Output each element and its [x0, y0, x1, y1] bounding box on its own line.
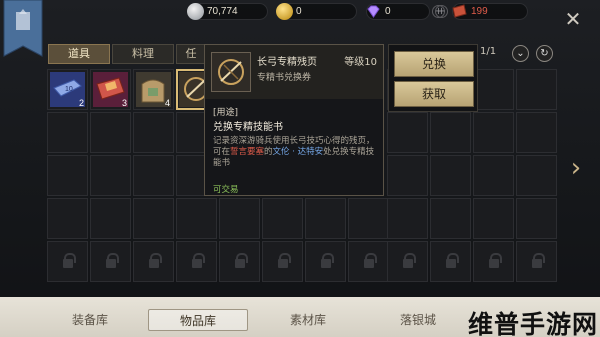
silver-currency: 70,774: [187, 3, 268, 20]
inventory-slot[interactable]: [516, 155, 557, 196]
gold-currency: 0: [276, 3, 357, 20]
locked-slot[interactable]: [47, 241, 88, 282]
inventory-slot[interactable]: [176, 198, 217, 239]
inventory-slot[interactable]: [387, 155, 428, 196]
inventory-slot[interactable]: [133, 155, 174, 196]
nav-material-storage[interactable]: 素材库: [258, 309, 358, 331]
exchange-button[interactable]: 兑换: [394, 51, 474, 77]
usage-name: 兑换专精技能书: [213, 122, 283, 133]
inventory-slot[interactable]: [90, 155, 131, 196]
inventory-slot[interactable]: [47, 198, 88, 239]
item-level: 等级10: [344, 57, 377, 68]
chevron-right-icon[interactable]: ›: [567, 153, 585, 183]
inventory-slot[interactable]: [473, 155, 514, 196]
inventory-slot[interactable]: [430, 155, 471, 196]
obtain-button[interactable]: 获取: [394, 81, 474, 107]
locked-slot[interactable]: [90, 241, 131, 282]
inventory-slot[interactable]: [305, 198, 346, 239]
inventory-slot[interactable]: [90, 198, 131, 239]
diamond-icon: [365, 3, 382, 20]
nav-equipment-storage[interactable]: 装备库: [40, 309, 140, 331]
locked-slot[interactable]: [305, 241, 346, 282]
nav-luoyin-city[interactable]: 落银城: [368, 309, 468, 331]
locked-slot[interactable]: [516, 241, 557, 282]
gold-coin-icon: [276, 3, 293, 20]
inventory-slot[interactable]: [516, 198, 557, 239]
locked-slot[interactable]: [219, 241, 260, 282]
locked-slot[interactable]: [473, 241, 514, 282]
tab-cooking[interactable]: 料理: [112, 44, 174, 64]
item-actions: 兑换 获取: [388, 44, 478, 112]
locked-slot[interactable]: [430, 241, 471, 282]
inventory-slot[interactable]: [430, 112, 471, 153]
tooltip-header: 长弓专精残页 等级10 专精书兑换券: [205, 45, 383, 99]
inventory-slot[interactable]: [430, 198, 471, 239]
close-icon[interactable]: ✕: [562, 8, 584, 30]
bow-book-icon: [211, 52, 251, 92]
watermark: 维普手游网: [468, 310, 599, 337]
inventory-slot[interactable]: [473, 198, 514, 239]
inventory-slot[interactable]: [348, 198, 389, 239]
item-name: 长弓专精残页: [257, 57, 317, 68]
chevron-down-icon[interactable]: ⌄: [512, 45, 529, 62]
usage-title: [用途]: [213, 108, 239, 118]
diamond-currency: 0 +: [365, 3, 445, 20]
inventory-slot[interactable]: [90, 112, 131, 153]
silver-coin-icon: [187, 3, 204, 20]
locked-slot[interactable]: [348, 241, 389, 282]
tab-items[interactable]: 道具: [48, 44, 110, 64]
inventory-slot[interactable]: [516, 69, 557, 110]
locked-slot[interactable]: [387, 241, 428, 282]
inventory-slot[interactable]: [516, 112, 557, 153]
svg-text:10: 10: [65, 86, 73, 93]
inventory-slot[interactable]: [47, 155, 88, 196]
ticket-icon: [451, 3, 468, 20]
inventory-slot[interactable]: 4: [133, 69, 174, 110]
inventory-slot[interactable]: [219, 198, 260, 239]
inventory-slot[interactable]: 10 2: [47, 69, 88, 110]
currency-bar: 70,774 0 0 + 199 +: [0, 0, 600, 24]
locked-slot[interactable]: [262, 241, 303, 282]
locked-slot[interactable]: [133, 241, 174, 282]
inventory-slot[interactable]: [262, 198, 303, 239]
tab-quest[interactable]: 任: [176, 44, 206, 64]
add-ticket-button[interactable]: +: [435, 5, 448, 18]
inventory-slot[interactable]: [387, 198, 428, 239]
item-description: 记录资深游骑兵使用长弓技巧心得的残页，可在誓言要塞的文伦 · 达特安处兑换专精技…: [213, 136, 375, 168]
item-type: 专精书兑换券: [257, 73, 312, 83]
item-tooltip: 长弓专精残页 等级10 专精书兑换券 [用途] 兑换专精技能书 记录资深游骑兵使…: [204, 44, 384, 196]
inventory-slot[interactable]: [473, 112, 514, 153]
refresh-icon[interactable]: ↻: [536, 45, 553, 62]
ticket-currency: 199 +: [435, 3, 528, 20]
inventory-slot[interactable]: [133, 198, 174, 239]
inventory-slot[interactable]: [473, 69, 514, 110]
inventory-slot[interactable]: [47, 112, 88, 153]
locked-slot[interactable]: [176, 241, 217, 282]
tradable-label: 可交易: [213, 185, 239, 195]
inventory-slot[interactable]: 3: [90, 69, 131, 110]
nav-item-storage[interactable]: 物品库: [148, 309, 248, 331]
inventory-slot[interactable]: [387, 112, 428, 153]
page-indicator: 1/1: [480, 46, 497, 57]
inventory-slot[interactable]: [133, 112, 174, 153]
